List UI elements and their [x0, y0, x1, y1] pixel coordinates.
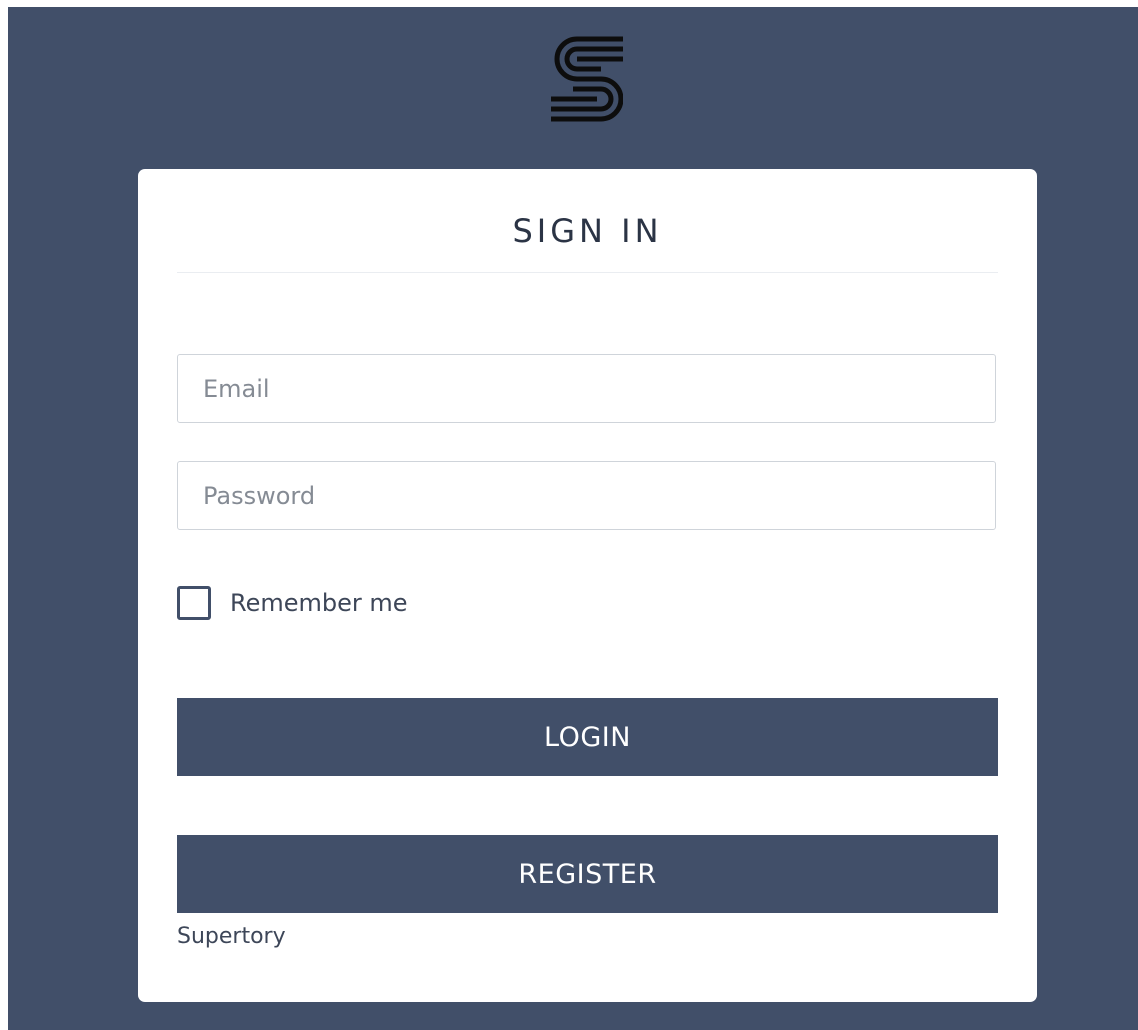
login-button[interactable]: LOGIN	[177, 698, 998, 776]
remember-me-checkbox[interactable]	[177, 586, 211, 620]
brand-s-logo-icon	[551, 36, 624, 122]
remember-me-label: Remember me	[230, 589, 408, 617]
remember-me-option[interactable]: Remember me	[177, 583, 408, 623]
footer-brand-text: Supertory	[177, 924, 286, 949]
page-title: SIGN IN	[512, 212, 663, 250]
password-field[interactable]	[177, 461, 996, 530]
sign-in-card: SIGN IN Remember me LOGIN REGISTER Super…	[138, 169, 1037, 1002]
register-button[interactable]: REGISTER	[177, 835, 998, 913]
title-divider	[177, 272, 998, 273]
email-field[interactable]	[177, 354, 996, 423]
login-page: SIGN IN Remember me LOGIN REGISTER Super…	[8, 7, 1138, 1030]
brand-logo	[551, 36, 624, 122]
